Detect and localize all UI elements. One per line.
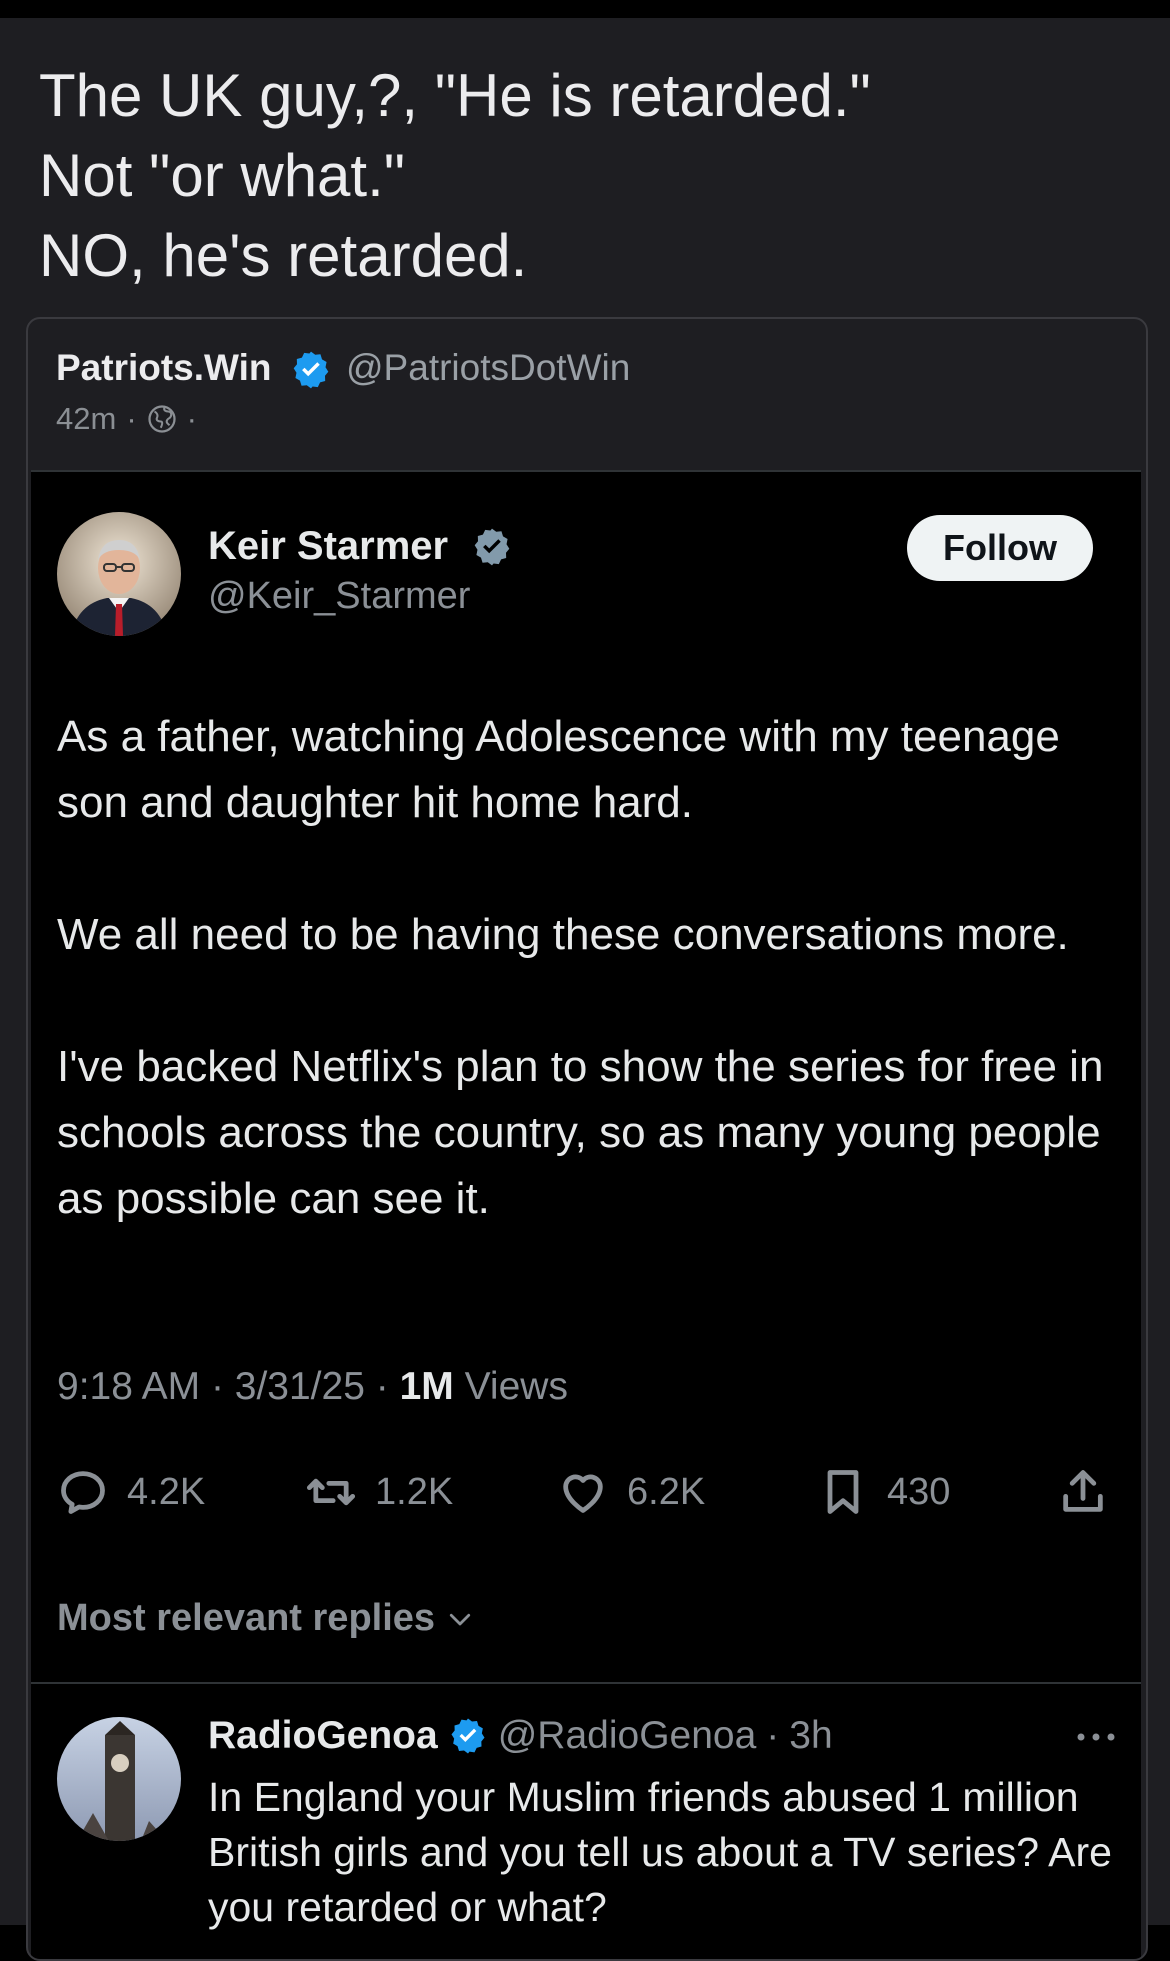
reply-button[interactable]: 4.2K <box>57 1462 205 1522</box>
post-line: NO, he's retarded. <box>39 222 528 289</box>
bookmark-count: 430 <box>887 1470 951 1513</box>
views-count: 1M <box>399 1365 454 1408</box>
verified-badge-icon <box>451 1718 485 1754</box>
separator: · <box>375 1365 389 1408</box>
separator: · <box>186 401 197 436</box>
tweet-paragraph: As a father, watching Adolescence with m… <box>57 712 1060 827</box>
share-icon <box>1063 1470 1103 1512</box>
like-count: 6.2K <box>627 1470 706 1513</box>
page: The UK guy,?, "He is retarded." Not "or … <box>0 18 1170 1961</box>
embedded-tweet[interactable]: Keir Starmer @Keir_Starmer Follow As a f… <box>31 470 1141 1959</box>
reply-header: RadioGenoa @RadioGenoa · 3h <box>208 1714 833 1758</box>
repost-icon <box>306 1478 356 1506</box>
divider <box>31 1682 1141 1684</box>
quoted-card[interactable]: Patriots.Win @PatriotsDotWin 42m · · Kei… <box>26 317 1148 1961</box>
reply-count: 4.2K <box>127 1470 206 1513</box>
reply-time: 3h <box>789 1714 833 1757</box>
avatar-image <box>57 1717 181 1841</box>
quote-author-handle[interactable]: @PatriotsDotWin <box>346 347 630 389</box>
share-button[interactable] <box>1057 1462 1109 1522</box>
tweet-author-handle[interactable]: @Keir_Starmer <box>208 575 470 618</box>
quoted-card-header: Patriots.Win @PatriotsDotWin 42m · · <box>28 319 1146 469</box>
views-label: Views <box>464 1365 568 1408</box>
like-button[interactable]: 6.2K <box>557 1462 705 1522</box>
repost-button[interactable]: 1.2K <box>305 1462 453 1522</box>
bookmark-icon <box>827 1470 859 1514</box>
chevron-down-icon <box>449 1613 471 1625</box>
quote-meta: 42m · · <box>56 401 197 437</box>
avatar[interactable] <box>57 1717 181 1841</box>
reply-author-name[interactable]: RadioGenoa <box>208 1714 438 1758</box>
repost-count: 1.2K <box>375 1470 454 1513</box>
tweet-paragraph: I've backed Netflix's plan to show the s… <box>57 1042 1104 1223</box>
follow-button[interactable]: Follow <box>907 515 1093 581</box>
tweet-paragraph: We all need to be having these conversat… <box>57 910 1069 959</box>
verified-badge-icon <box>293 351 329 389</box>
tweet-date[interactable]: 3/31/25 <box>235 1365 365 1408</box>
post-line: The UK guy,?, "He is retarded." <box>39 62 871 129</box>
reply-icon <box>61 1471 105 1514</box>
tweet-time[interactable]: 9:18 AM <box>57 1365 200 1408</box>
tweet-text: As a father, watching Adolescence with m… <box>57 704 1107 1298</box>
bookmark-button[interactable]: 430 <box>817 1462 950 1522</box>
more-options-icon[interactable] <box>1071 1722 1121 1752</box>
avatar[interactable] <box>57 512 181 636</box>
separator: · <box>126 401 137 436</box>
tweet-meta: 9:18 AM · 3/31/25 · 1M Views <box>57 1365 568 1409</box>
status-bar <box>0 0 1170 18</box>
post-text: The UK guy,?, "He is retarded." Not "or … <box>39 56 1129 296</box>
reply-author-handle[interactable]: @RadioGenoa <box>498 1714 757 1758</box>
quote-time: 42m <box>56 401 117 436</box>
separator: · <box>210 1365 224 1408</box>
avatar-image <box>57 512 181 636</box>
replies-sort-dropdown[interactable]: Most relevant replies <box>57 1597 475 1640</box>
action-bar: 4.2K 1.2K 6.2K 430 <box>57 1462 1117 1522</box>
heart-icon <box>563 1474 603 1513</box>
tweet-author-name[interactable]: Keir Starmer <box>208 524 448 569</box>
reply-text: In England your Muslim friends abused 1 … <box>208 1774 1112 1930</box>
quote-author-name[interactable]: Patriots.Win <box>56 347 272 389</box>
verified-badge-icon <box>474 528 510 566</box>
post-line: Not "or what." <box>39 142 406 209</box>
separator: · <box>766 1714 780 1757</box>
replies-sort-label: Most relevant replies <box>57 1597 436 1639</box>
globe-icon <box>148 405 176 433</box>
